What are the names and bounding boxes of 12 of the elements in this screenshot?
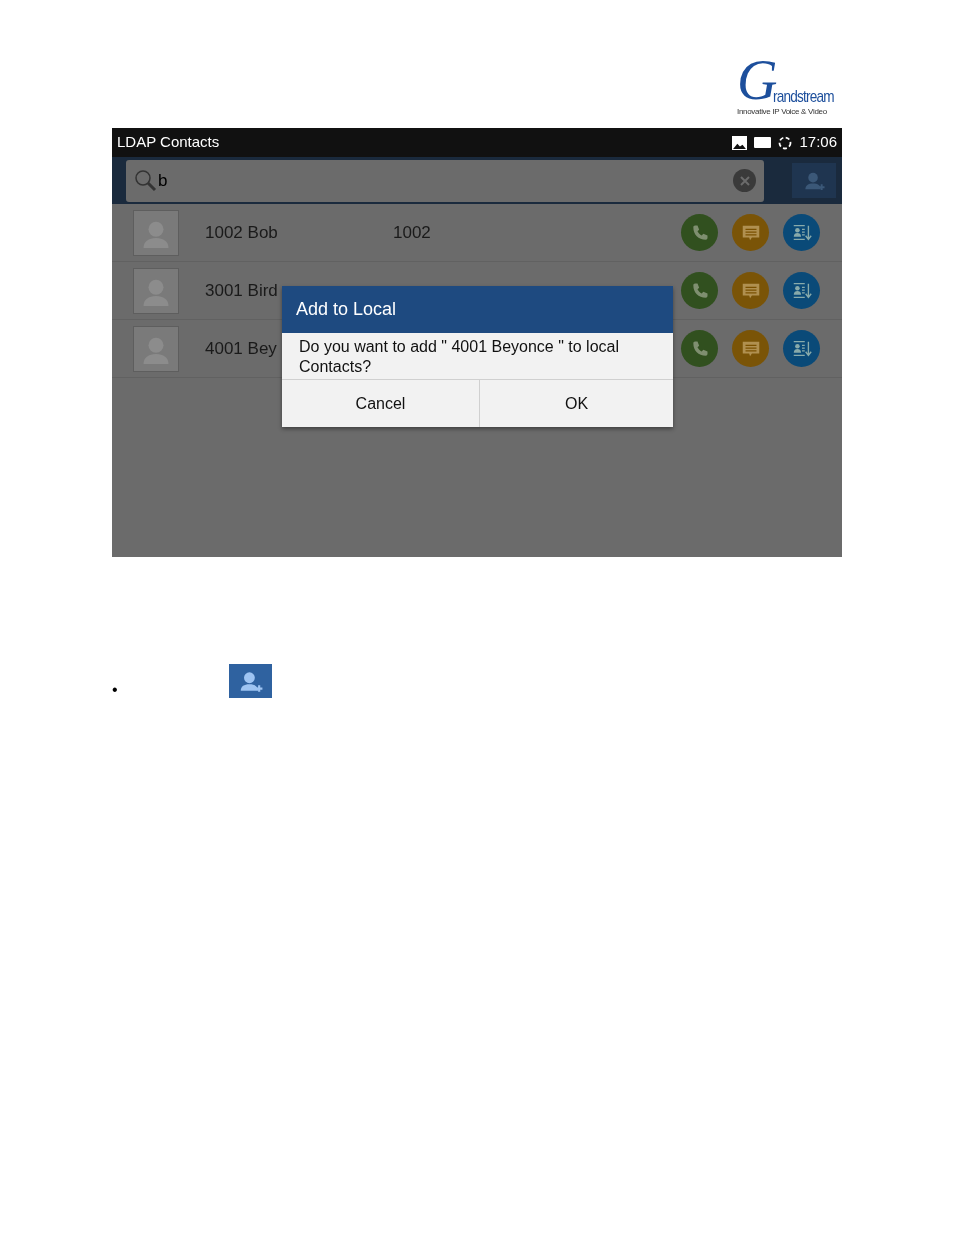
bullet-mark: • bbox=[112, 680, 118, 700]
logo-wordmark: randstream bbox=[773, 88, 834, 105]
contact-number: 1002 bbox=[393, 221, 432, 244]
logo-tagline: Innovative IP Voice & Video bbox=[737, 108, 827, 116]
contact-name: 3001 Bird bbox=[205, 279, 278, 302]
search-text: b bbox=[158, 169, 169, 192]
dialog-message: Do you want to add " 4001 Beyonce " to local Contacts? bbox=[282, 333, 673, 380]
contact-name: 1002 Bob bbox=[205, 221, 278, 244]
contact-name: 4001 Bey bbox=[205, 337, 277, 360]
clock: 17:06 bbox=[799, 132, 837, 153]
dialog-title: Add to Local bbox=[282, 286, 673, 333]
app-title: LDAP Contacts bbox=[117, 132, 221, 153]
